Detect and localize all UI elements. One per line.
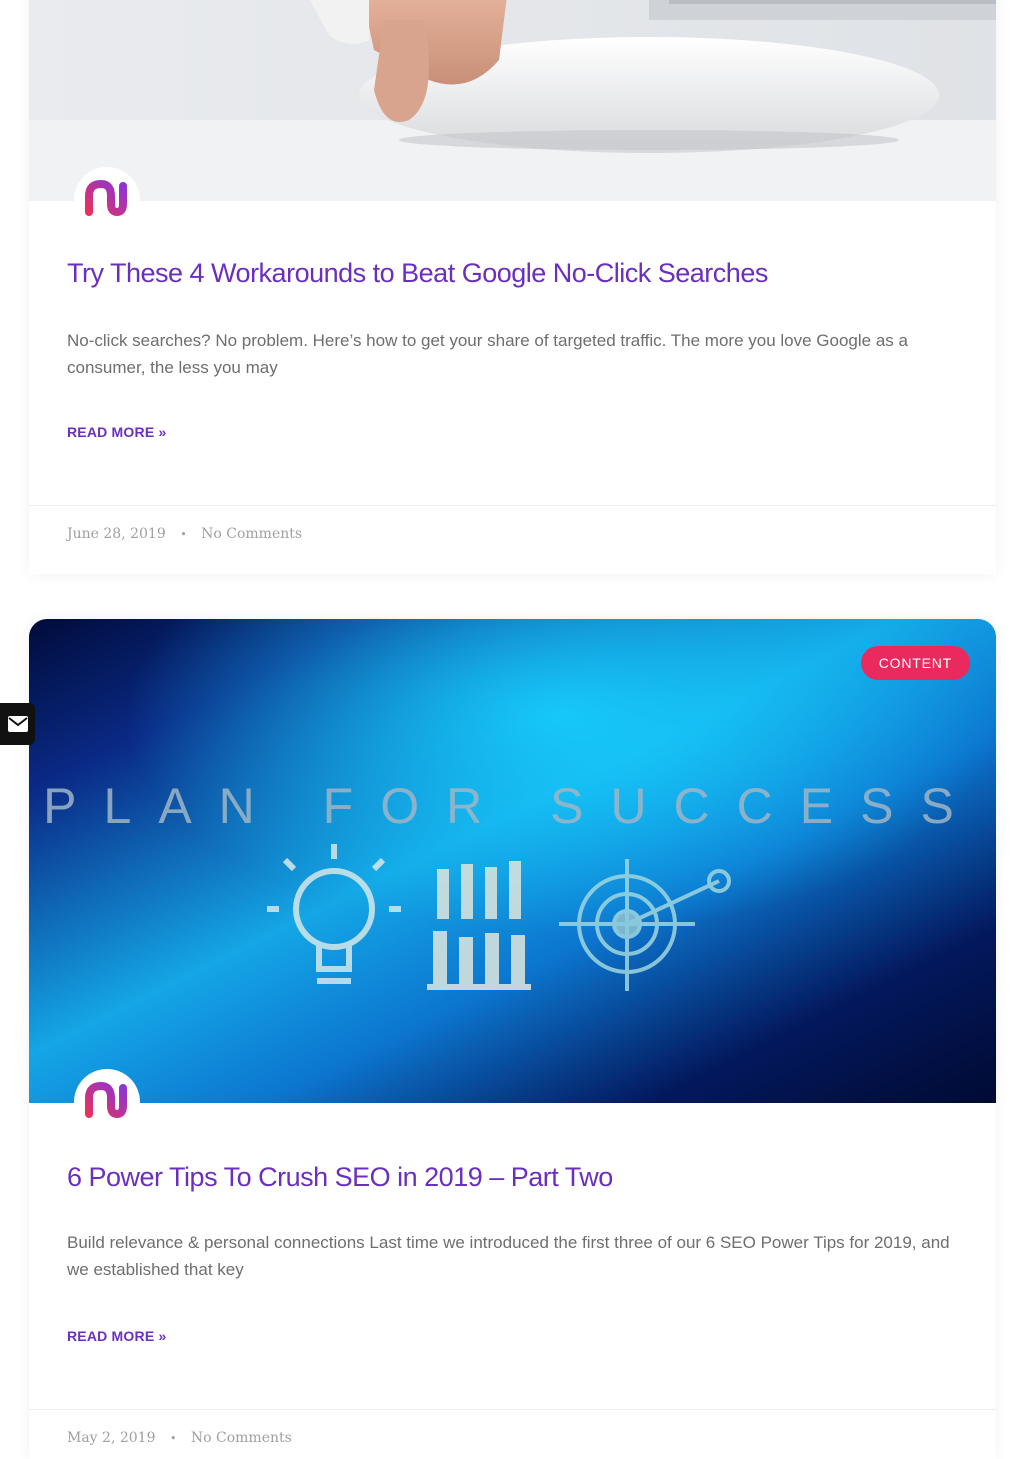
- post-date: June 28, 2019: [67, 526, 166, 542]
- post-excerpt: Build relevance & personal connections L…: [67, 1233, 950, 1279]
- brand-s-logo-icon: [85, 179, 127, 217]
- post-card: Try These 4 Workarounds to Beat Google N…: [29, 0, 996, 574]
- post-meta: May 2, 2019 • No Comments: [29, 1409, 996, 1459]
- post-comments[interactable]: No Comments: [191, 1430, 292, 1446]
- post-title[interactable]: 6 Power Tips To Crush SEO in 2019 – Part…: [67, 1162, 613, 1193]
- read-more-link[interactable]: READ MORE »: [67, 424, 166, 440]
- plan-for-success-illustration: PLAN FOR SUCCESS: [29, 619, 996, 1103]
- category-badge[interactable]: CONTENT: [860, 646, 970, 680]
- contact-mail-button[interactable]: [0, 703, 35, 745]
- post-excerpt: No-click searches? No problem. Here’s ho…: [67, 331, 908, 377]
- thumbnail-headline: PLAN FOR SUCCESS: [43, 778, 981, 834]
- post-title[interactable]: Try These 4 Workarounds to Beat Google N…: [67, 258, 768, 289]
- post-date: May 2, 2019: [67, 1430, 156, 1446]
- read-more-link[interactable]: READ MORE »: [67, 1328, 166, 1344]
- meta-separator: •: [169, 1432, 177, 1445]
- hand-on-mouse-photo: [29, 0, 996, 201]
- post-card: PLAN FOR SUCCESS CONTENT 6 Power Tips To…: [29, 619, 996, 1459]
- post-comments[interactable]: No Comments: [201, 526, 302, 542]
- brand-s-logo-icon: [85, 1081, 127, 1119]
- post-meta: June 28, 2019 • No Comments: [29, 505, 996, 574]
- author-avatar[interactable]: [74, 1069, 140, 1135]
- meta-separator: •: [180, 528, 187, 541]
- envelope-icon: [7, 716, 28, 732]
- post-thumbnail-link[interactable]: [29, 0, 996, 201]
- post-thumbnail-link[interactable]: PLAN FOR SUCCESS: [29, 619, 996, 1103]
- author-avatar[interactable]: [74, 167, 140, 233]
